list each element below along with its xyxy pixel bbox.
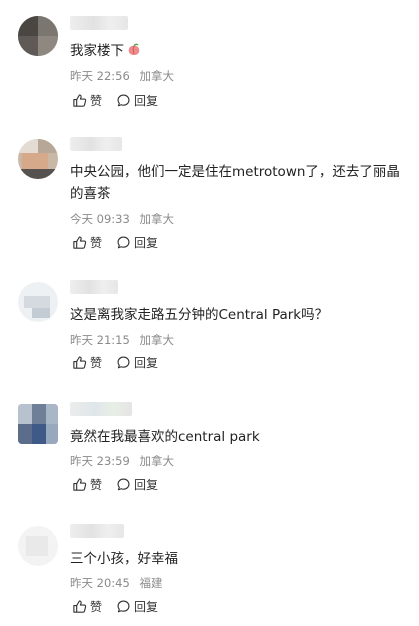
reply-label: 回复 [134, 94, 159, 108]
reply-button[interactable]: 回复 [116, 598, 158, 615]
like-button[interactable]: 赞 [72, 92, 102, 109]
reply-label: 回复 [134, 600, 159, 614]
avatar[interactable] [18, 282, 58, 322]
speech-bubble-icon [117, 356, 130, 369]
username-blurred[interactable] [70, 524, 124, 538]
reply-button[interactable]: 回复 [116, 234, 158, 251]
username-blurred[interactable] [70, 16, 128, 30]
reply-button[interactable]: 回复 [116, 476, 158, 493]
like-label: 赞 [90, 356, 103, 370]
like-button[interactable]: 赞 [72, 234, 102, 251]
comment-time: 昨天 21:15 [70, 333, 130, 347]
comment-item: 这是离我家走路五分钟的Central Park吗？ 昨天 21:15 加拿大 赞… [0, 278, 419, 378]
speech-bubble-icon [117, 236, 130, 249]
comment-item: 中央公园，他们一定是住在metrotown了，还去了丽晶的喜茶 今天 09:33… [0, 135, 419, 255]
comment-item: 三个小孩，好幸福 昨天 20:45 福建 赞 回复 [0, 522, 419, 622]
username-blurred[interactable] [70, 280, 118, 294]
comment-location: 加拿大 [139, 212, 174, 226]
reply-button[interactable]: 回复 [116, 354, 158, 371]
comment-meta: 昨天 20:45 福建 [70, 575, 162, 591]
speech-bubble-icon [117, 600, 130, 613]
like-label: 赞 [90, 600, 103, 614]
thumbs-up-icon [73, 356, 87, 369]
thumbs-up-icon [73, 600, 87, 613]
comment-text: 竟然在我最喜欢的central park [70, 429, 260, 445]
comment-time: 昨天 22:56 [70, 69, 130, 83]
comment-time: 昨天 23:59 [70, 454, 130, 468]
comment-actions: 赞 回复 [72, 354, 158, 371]
comment-actions: 赞 回复 [72, 92, 158, 109]
comment-text: 这是离我家走路五分钟的Central Park吗？ [70, 307, 329, 323]
speech-bubble-icon [117, 478, 130, 491]
comment-text: 三个小孩，好幸福 [70, 551, 178, 567]
like-label: 赞 [90, 236, 103, 250]
comment-location: 福建 [139, 576, 163, 590]
thumbs-up-icon [73, 236, 87, 249]
like-label: 赞 [90, 478, 103, 492]
peach-emoji [128, 43, 140, 55]
comment-meta: 今天 09:33 加拿大 [70, 211, 174, 227]
like-button[interactable]: 赞 [72, 476, 102, 493]
comment-time: 昨天 20:45 [70, 576, 130, 590]
like-label: 赞 [90, 94, 103, 108]
speech-bubble-icon [117, 94, 130, 107]
comment-meta: 昨天 23:59 加拿大 [70, 453, 174, 469]
comment-location: 加拿大 [139, 333, 174, 347]
avatar[interactable] [18, 16, 58, 56]
comment-actions: 赞 回复 [72, 476, 158, 493]
avatar[interactable] [18, 526, 58, 566]
comment-meta: 昨天 21:15 加拿大 [70, 332, 174, 348]
comment-location: 加拿大 [139, 69, 174, 83]
username-blurred[interactable] [70, 402, 132, 416]
like-button[interactable]: 赞 [72, 598, 102, 615]
comment-location: 加拿大 [139, 454, 174, 468]
comment-meta: 昨天 22:56 加拿大 [70, 68, 174, 84]
reply-label: 回复 [134, 356, 159, 370]
like-button[interactable]: 赞 [72, 354, 102, 371]
thumbs-up-icon [73, 478, 87, 491]
comment-actions: 赞 回复 [72, 598, 158, 615]
comment-time: 今天 09:33 [70, 212, 130, 226]
avatar[interactable] [18, 139, 58, 179]
username-blurred[interactable] [70, 137, 122, 151]
avatar[interactable] [18, 404, 58, 444]
reply-button[interactable]: 回复 [116, 92, 158, 109]
comment-text: 我家楼下 [70, 40, 400, 62]
reply-label: 回复 [134, 478, 159, 492]
thumbs-up-icon [73, 94, 87, 107]
comment-text: 中央公园，他们一定是住在metrotown了，还去了丽晶的喜茶 [70, 164, 400, 202]
comment-item: 我家楼下 昨天 22:56 加拿大 赞 回复 [0, 14, 419, 124]
reply-label: 回复 [134, 236, 159, 250]
comment-actions: 赞 回复 [72, 234, 158, 251]
comment-item: 竟然在我最喜欢的central park 昨天 23:59 加拿大 赞 回复 [0, 400, 419, 500]
